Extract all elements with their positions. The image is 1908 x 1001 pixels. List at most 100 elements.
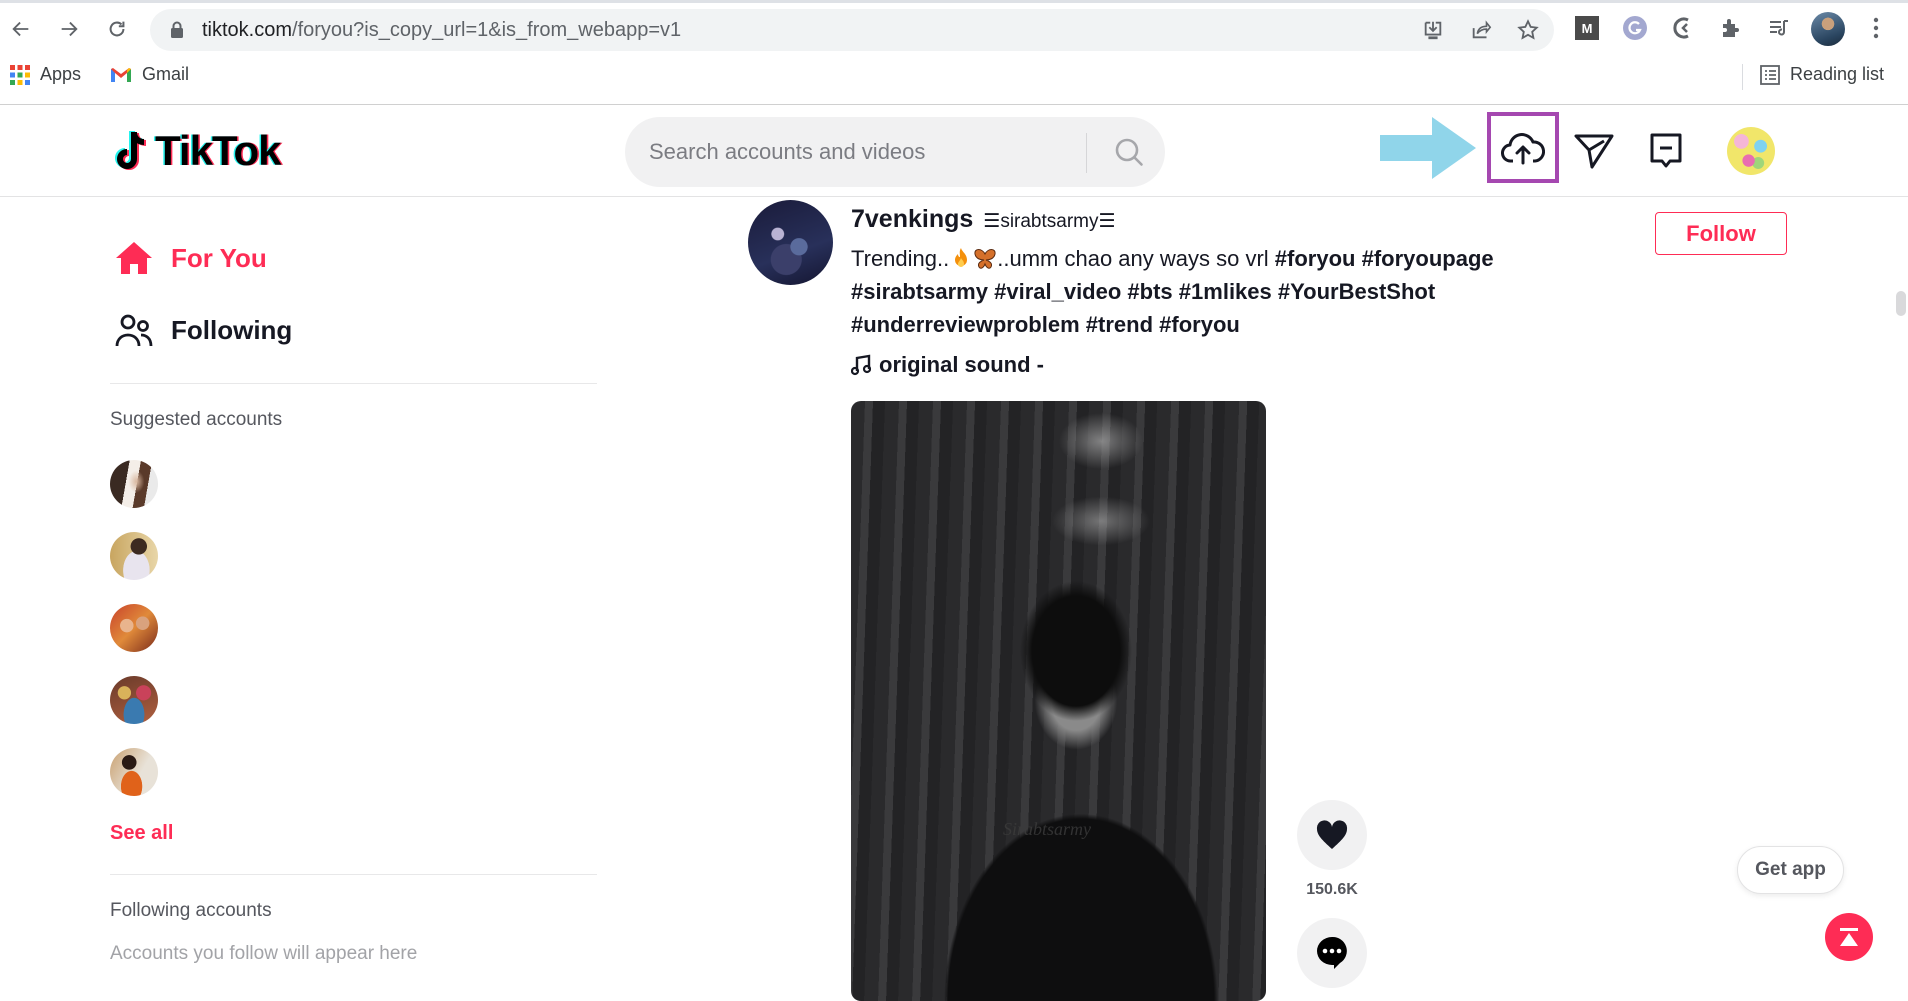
- bookmarks-bar: Apps Gmail Reading list: [0, 60, 1908, 92]
- hashtag-link[interactable]: #viral_video: [994, 279, 1121, 304]
- comment-icon: [1317, 936, 1347, 969]
- hashtag-link[interactable]: #sirabtsarmy: [851, 279, 988, 304]
- sidebar-divider: [110, 874, 597, 875]
- tiktok-logo[interactable]: TikTok: [113, 127, 281, 175]
- back-to-top-button[interactable]: [1825, 913, 1873, 961]
- like-button[interactable]: [1297, 800, 1367, 870]
- back-button[interactable]: [4, 12, 38, 46]
- post-sound-link[interactable]: original sound -: [851, 352, 1044, 378]
- follow-button[interactable]: Follow: [1655, 212, 1787, 255]
- hashtag-link[interactable]: #underreviewproblem: [851, 312, 1080, 337]
- bookmark-apps[interactable]: Apps: [10, 64, 81, 85]
- get-app-button[interactable]: Get app: [1737, 846, 1844, 894]
- suggested-account-avatar[interactable]: [110, 676, 158, 724]
- browser-profile-avatar[interactable]: [1811, 12, 1845, 46]
- sidebar-divider: [110, 383, 597, 384]
- browser-menu-button[interactable]: [1862, 14, 1890, 42]
- post-caption-hashtags: #sirabtsarmy #viral_video #bts #1mlikes …: [851, 279, 1435, 305]
- reload-icon: [109, 21, 125, 37]
- url-text[interactable]: tiktok.com/foryou?is_copy_url=1&is_from_…: [202, 19, 681, 42]
- grammarly-icon: [1623, 16, 1647, 40]
- sound-label: original sound -: [879, 352, 1044, 377]
- hashtag-link[interactable]: #trend: [1086, 312, 1153, 337]
- arrow-left-icon: [12, 21, 29, 37]
- suggested-account-avatar[interactable]: [110, 532, 158, 580]
- hashtag-link[interactable]: #YourBestShot: [1278, 279, 1435, 304]
- hashtag-link[interactable]: #bts: [1127, 279, 1172, 304]
- nav-for-you[interactable]: For You: [115, 241, 267, 275]
- m-extension-button[interactable]: M: [1573, 14, 1601, 42]
- lock-icon: [171, 21, 183, 38]
- upload-cloud-icon: [1501, 132, 1545, 164]
- bookmark-gmail[interactable]: Gmail: [110, 64, 189, 85]
- c-extension-icon: [1673, 17, 1689, 39]
- tiktok-header: TikTok: [0, 105, 1908, 197]
- messages-button[interactable]: [1570, 127, 1618, 175]
- browser-chrome: tiktok.com/foryou?is_copy_url=1&is_from_…: [0, 0, 1908, 105]
- media-control-button[interactable]: [1765, 14, 1793, 42]
- post-nickname: ☰sirabtsarmy☰: [983, 211, 1116, 232]
- share-button[interactable]: [1468, 18, 1494, 42]
- page-scrollbar[interactable]: [1896, 291, 1906, 316]
- kebab-menu-icon: [1873, 17, 1879, 39]
- media-control-icon: [1770, 20, 1788, 36]
- search-icon: [1115, 138, 1143, 166]
- arrow-right-icon: [61, 21, 78, 37]
- suggested-account-avatar[interactable]: [110, 604, 158, 652]
- extensions-button[interactable]: [1717, 14, 1745, 42]
- see-all-link[interactable]: See all: [110, 822, 173, 845]
- profile-avatar[interactable]: [1727, 127, 1775, 175]
- tiktok-note-icon: [115, 130, 147, 170]
- c-extension-button[interactable]: [1669, 14, 1697, 42]
- comment-button[interactable]: [1297, 918, 1367, 988]
- upload-button[interactable]: [1487, 112, 1559, 183]
- address-bar[interactable]: tiktok.com/foryou?is_copy_url=1&is_from_…: [150, 9, 1554, 51]
- reload-button[interactable]: [100, 12, 134, 46]
- post-caption-hashtags: #underreviewproblem #trend #foryou: [851, 312, 1240, 338]
- share-icon: [1472, 20, 1492, 39]
- post-author-avatar[interactable]: [748, 200, 833, 285]
- grammarly-button[interactable]: [1621, 14, 1649, 42]
- hashtag-link[interactable]: #foryoupage: [1362, 246, 1494, 271]
- sidebar: For You Following Suggested accounts See…: [0, 197, 600, 971]
- suggested-accounts-heading: Suggested accounts: [110, 409, 283, 430]
- caption-text: Trending..: [851, 246, 950, 271]
- url-path: /foryou?is_copy_url=1&is_from_webapp=v1: [292, 19, 682, 41]
- reading-list-button[interactable]: Reading list: [1760, 64, 1884, 85]
- suggested-account-avatar[interactable]: [110, 460, 158, 508]
- hashtag-link[interactable]: #1mlikes: [1179, 279, 1272, 304]
- music-note-icon: [851, 354, 871, 376]
- nav-label: Following: [171, 314, 293, 345]
- forward-button[interactable]: [52, 12, 86, 46]
- search-button[interactable]: [1093, 117, 1165, 187]
- post-username[interactable]: 7venkings: [851, 205, 973, 234]
- post-author[interactable]: 7venkings ☰sirabtsarmy☰: [851, 205, 1116, 234]
- hashtag-link[interactable]: #foryou: [1275, 246, 1356, 271]
- install-icon: [1424, 21, 1442, 40]
- bookmark-star-button[interactable]: [1515, 18, 1541, 42]
- like-count: 150.6K: [1306, 881, 1358, 898]
- tab-strip: [0, 0, 1908, 3]
- fire-emoji-icon: [955, 248, 968, 267]
- search-input[interactable]: [649, 117, 1069, 187]
- install-app-button[interactable]: [1420, 18, 1446, 42]
- svg-text:M: M: [1582, 21, 1593, 36]
- star-icon: [1517, 19, 1539, 40]
- reading-list-icon: [1760, 64, 1780, 85]
- post-caption: Trending.. ..umm chao any ways so vrl #fo…: [851, 246, 1494, 272]
- nav-following[interactable]: Following: [115, 313, 292, 347]
- inbox-icon: [1650, 133, 1682, 168]
- annotation-arrow-icon: [1380, 117, 1476, 179]
- video-watermark: Sirabtsarmy: [1003, 819, 1092, 839]
- m-extension-icon: M: [1575, 16, 1599, 40]
- home-icon: [116, 242, 152, 274]
- reading-list-label: Reading list: [1790, 64, 1885, 84]
- apps-grid-icon: [10, 64, 30, 85]
- butterfly-emoji-icon: [974, 249, 996, 269]
- inbox-button[interactable]: [1642, 127, 1690, 175]
- video-player[interactable]: Sirabtsarmy: [851, 401, 1266, 1001]
- hashtag-link[interactable]: #foryou: [1159, 312, 1240, 337]
- nav-label: For You: [171, 242, 267, 273]
- suggested-account-avatar[interactable]: [110, 748, 158, 796]
- send-message-icon: [1574, 134, 1614, 169]
